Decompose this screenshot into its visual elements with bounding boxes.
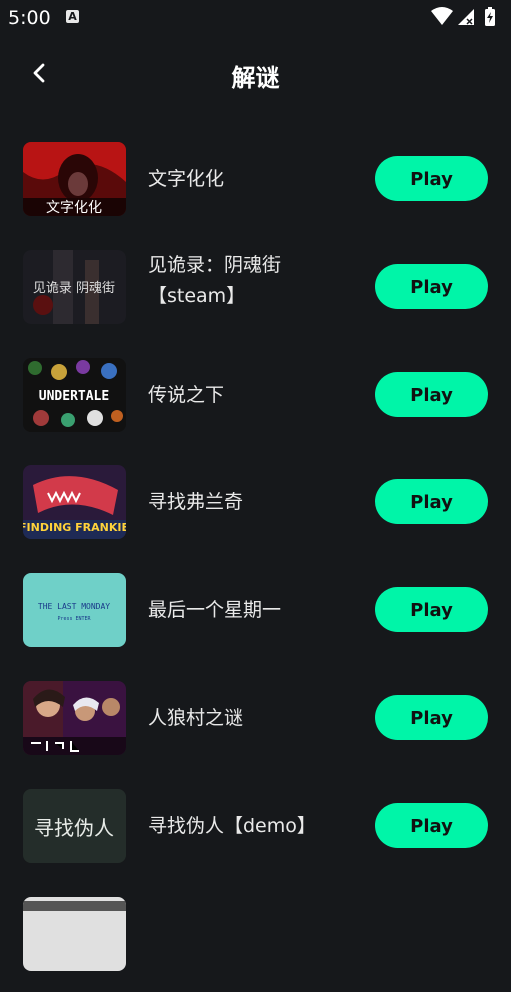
game-name: 传说之下 [148,383,225,406]
thumb-title: 文字化化 [46,200,102,216]
thumb-title: 见诡录 阴魂街 [33,280,115,296]
play-button[interactable]: Play [375,371,488,417]
game-list: 文字化化 文字化化 Play 见诡录 阴魂街 见诡录：阴魂街【steam】 Pl… [0,130,511,992]
game-name: 寻找伪人【demo】 [148,814,316,837]
thumb-subtitle: Press ENTER [57,616,91,622]
play-button[interactable]: Play [375,802,488,848]
list-item: 寻找伪人 寻找伪人【demo】 Play [0,777,511,885]
battery-charging-icon [485,7,495,26]
page-title: 解谜 [231,64,280,92]
list-item: THE LAST MONDAY Press ENTER 最后一个星期一 Play [0,561,511,669]
notification-badge: A [66,10,79,23]
status-bar: 5:00 A [0,0,511,34]
status-time: 5:00 [8,7,51,29]
game-thumbnail[interactable]: 见诡录 阴魂街 [23,249,126,324]
thumb-title: FINDING FRANKIE [23,521,126,534]
list-item [0,885,511,992]
list-item: UNDERTALE 传说之下 Play [0,346,511,454]
play-button[interactable]: Play [375,263,488,309]
game-thumbnail[interactable]: 文字化化 [23,142,126,216]
game-name: 见诡录：阴魂街【steam】 [148,253,282,307]
game-name: 文字化化 [148,168,225,190]
wifi-icon [431,7,453,25]
game-thumbnail[interactable]: FINDING FRANKIE [23,465,126,540]
list-item: FINDING FRANKIE 寻找弗兰奇 Play [0,453,511,561]
game-name: 最后一个星期一 [148,599,282,622]
cellular-icon [458,9,474,25]
list-item: 人狼村之谜 Play [0,669,511,777]
thumb-title: 寻找伪人 [34,816,114,840]
play-button[interactable]: Play [375,694,488,740]
play-button[interactable]: Play [375,479,488,525]
game-thumbnail[interactable]: THE LAST MONDAY Press ENTER [23,573,126,648]
game-thumbnail[interactable]: UNDERTALE [23,357,126,432]
list-item: 文字化化 文字化化 Play [0,130,511,238]
game-name: 人狼村之谜 [148,706,244,729]
play-button[interactable]: Play [375,156,488,201]
header: 解谜 [0,48,511,100]
thumb-title: UNDERTALE [39,389,109,404]
system-icons [431,7,495,26]
thumb-title: THE LAST MONDAY [38,602,110,611]
list-item: 见诡录 阴魂街 见诡录：阴魂街【steam】 Play [0,238,511,346]
play-button[interactable]: Play [375,587,488,633]
game-thumbnail[interactable]: 寻找伪人 [23,788,126,863]
game-name: 寻找弗兰奇 [148,491,244,514]
game-thumbnail[interactable] [23,680,126,755]
